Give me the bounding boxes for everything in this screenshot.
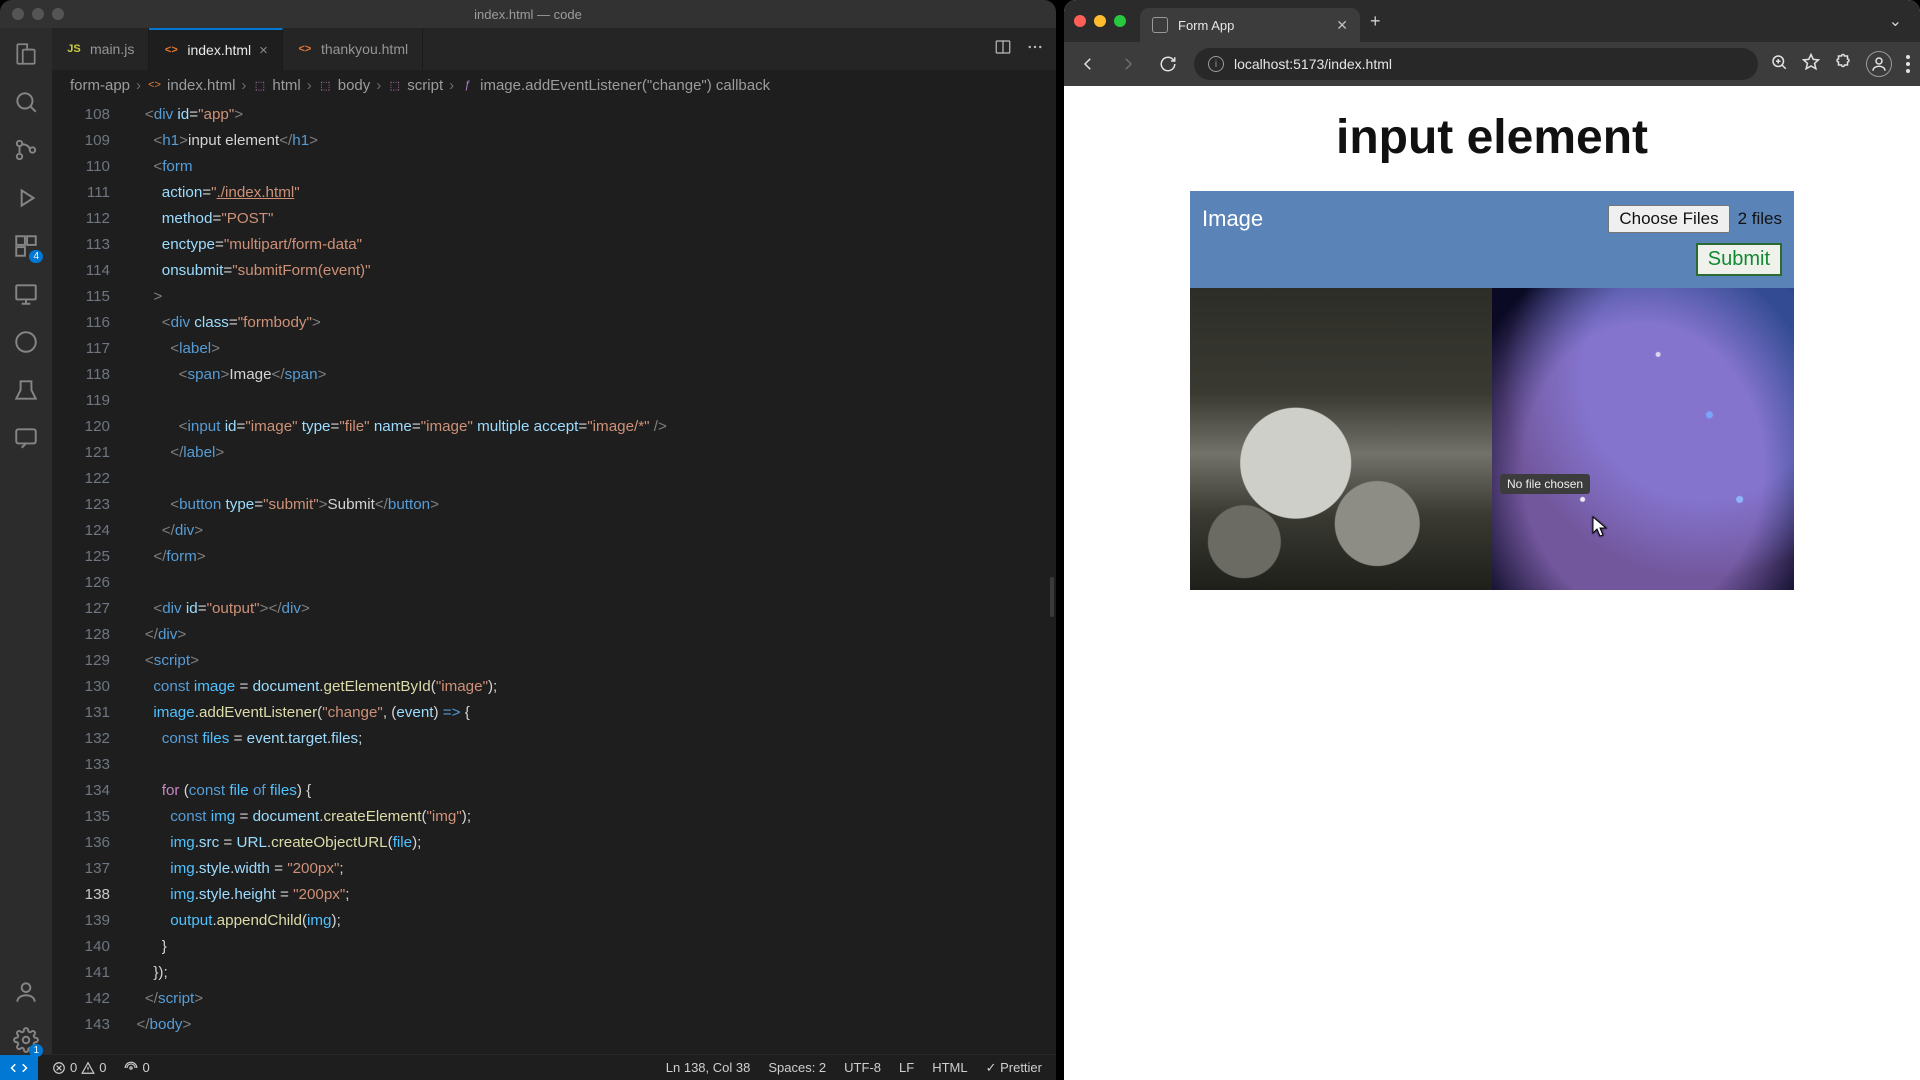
problems-indicator[interactable]: 0 0: [48, 1060, 110, 1075]
comment-icon[interactable]: [12, 424, 40, 452]
profile-avatar-icon[interactable]: [1866, 51, 1892, 77]
tab-label: thankyou.html: [321, 41, 408, 57]
tab-main-js[interactable]: JS main.js: [52, 28, 149, 70]
more-actions-icon[interactable]: [1026, 38, 1044, 61]
status-bar: 0 0 0 Ln 138, Col 38 Spaces: 2 UTF-8 LF …: [0, 1054, 1056, 1080]
editor-actions: [982, 28, 1056, 70]
breadcrumb-item: ⬚script: [387, 77, 443, 94]
html-file-icon: <>: [163, 42, 179, 58]
source-control-icon[interactable]: [12, 136, 40, 164]
editor-tabs: JS main.js <> index.html × <> thankyou.h…: [52, 28, 1056, 70]
window-controls[interactable]: [12, 8, 64, 20]
ports-indicator[interactable]: 0: [120, 1060, 153, 1075]
tab-thankyou-html[interactable]: <> thankyou.html: [283, 28, 423, 70]
breadcrumb-item: form-app: [70, 77, 130, 94]
extensions-badge: 4: [29, 250, 43, 263]
favicon-icon: [1152, 17, 1168, 33]
breadcrumb-item: ⬚html: [252, 77, 300, 94]
tooltip: No file chosen: [1500, 474, 1590, 494]
close-tab-icon[interactable]: ✕: [1336, 17, 1348, 34]
chrome-window: Form App ✕ + ⌄ i localhost:5173/index.ht…: [1064, 0, 1920, 1080]
remote-indicator[interactable]: [0, 1055, 38, 1080]
settings-badge: 1: [29, 1044, 43, 1057]
database-icon[interactable]: [12, 376, 40, 404]
tab-index-html[interactable]: <> index.html ×: [149, 28, 283, 70]
bookmark-star-icon[interactable]: [1802, 53, 1820, 76]
window-title: index.html — code: [474, 7, 582, 22]
browser-tab[interactable]: Form App ✕: [1140, 8, 1360, 42]
image-label: Image: [1202, 206, 1263, 232]
cursor-position[interactable]: Ln 138, Col 38: [666, 1060, 751, 1075]
close-tab-icon[interactable]: ×: [259, 42, 268, 59]
mouse-cursor-icon: [1592, 516, 1608, 538]
back-button[interactable]: [1074, 50, 1102, 78]
explorer-icon[interactable]: [12, 40, 40, 68]
form-body: Image Choose Files 2 files Submit: [1190, 191, 1794, 288]
choose-files-button[interactable]: Choose Files: [1608, 205, 1729, 233]
search-icon[interactable]: [12, 88, 40, 116]
indentation[interactable]: Spaces: 2: [768, 1060, 826, 1075]
accounts-icon[interactable]: [12, 978, 40, 1006]
minimap-indicator[interactable]: [1050, 577, 1054, 617]
settings-gear-icon[interactable]: 1: [12, 1026, 40, 1054]
remote-explorer-icon[interactable]: [12, 280, 40, 308]
breadcrumb-item: ⬚body: [318, 77, 371, 94]
tab-search-icon[interactable]: ⌄: [1881, 11, 1910, 31]
chrome-toolbar: i localhost:5173/index.html: [1064, 42, 1920, 86]
tab-label: main.js: [90, 41, 134, 57]
submit-button[interactable]: Submit: [1696, 243, 1782, 276]
formatter[interactable]: ✓ Prettier: [986, 1060, 1042, 1076]
breadcrumb-item: ƒimage.addEventListener("change") callba…: [460, 77, 770, 94]
vscode-titlebar: index.html — code: [0, 0, 1056, 28]
eol[interactable]: LF: [899, 1060, 914, 1075]
preview-image: No file chosen: [1492, 288, 1794, 590]
reload-button[interactable]: [1154, 50, 1182, 78]
split-editor-icon[interactable]: [994, 38, 1012, 61]
page-heading: input element: [1336, 110, 1648, 165]
line-number-gutter: 1081091101111121131141151161171181191201…: [52, 100, 128, 1054]
address-bar[interactable]: i localhost:5173/index.html: [1194, 48, 1758, 80]
extensions-puzzle-icon[interactable]: [1834, 53, 1852, 76]
code-editor[interactable]: 1081091101111121131141151161171181191201…: [52, 100, 1056, 1054]
breadcrumb-item: <>index.html: [147, 77, 235, 94]
forward-button[interactable]: [1114, 50, 1142, 78]
window-controls[interactable]: [1074, 15, 1126, 27]
file-count-text: 2 files: [1738, 209, 1782, 229]
url-text: localhost:5173/index.html: [1234, 56, 1392, 72]
extensions-icon[interactable]: 4: [12, 232, 40, 260]
output-container: No file chosen: [1190, 288, 1794, 590]
tab-label: index.html: [187, 42, 251, 58]
tab-title: Form App: [1178, 18, 1326, 33]
chrome-tab-strip: Form App ✕ + ⌄: [1064, 0, 1920, 42]
vscode-window: index.html — code 4 1 JS: [0, 0, 1056, 1080]
language-mode[interactable]: HTML: [932, 1060, 967, 1075]
js-file-icon: JS: [66, 41, 82, 57]
run-debug-icon[interactable]: [12, 184, 40, 212]
new-tab-button[interactable]: +: [1360, 11, 1391, 32]
html-file-icon: <>: [297, 41, 313, 57]
site-info-icon[interactable]: i: [1208, 56, 1224, 72]
preview-image: [1190, 288, 1492, 590]
testing-icon[interactable]: [12, 328, 40, 356]
activity-bar: 4 1: [0, 28, 52, 1054]
encoding[interactable]: UTF-8: [844, 1060, 881, 1075]
code-content[interactable]: <div id="app"> <h1>input element</h1> <f…: [128, 100, 1056, 1054]
chrome-menu-icon[interactable]: [1906, 55, 1910, 73]
zoom-icon[interactable]: [1770, 53, 1788, 76]
page-viewport[interactable]: input element Image Choose Files 2 files…: [1064, 86, 1920, 1080]
breadcrumbs[interactable]: form-app › <>index.html › ⬚html › ⬚body …: [52, 70, 1056, 100]
